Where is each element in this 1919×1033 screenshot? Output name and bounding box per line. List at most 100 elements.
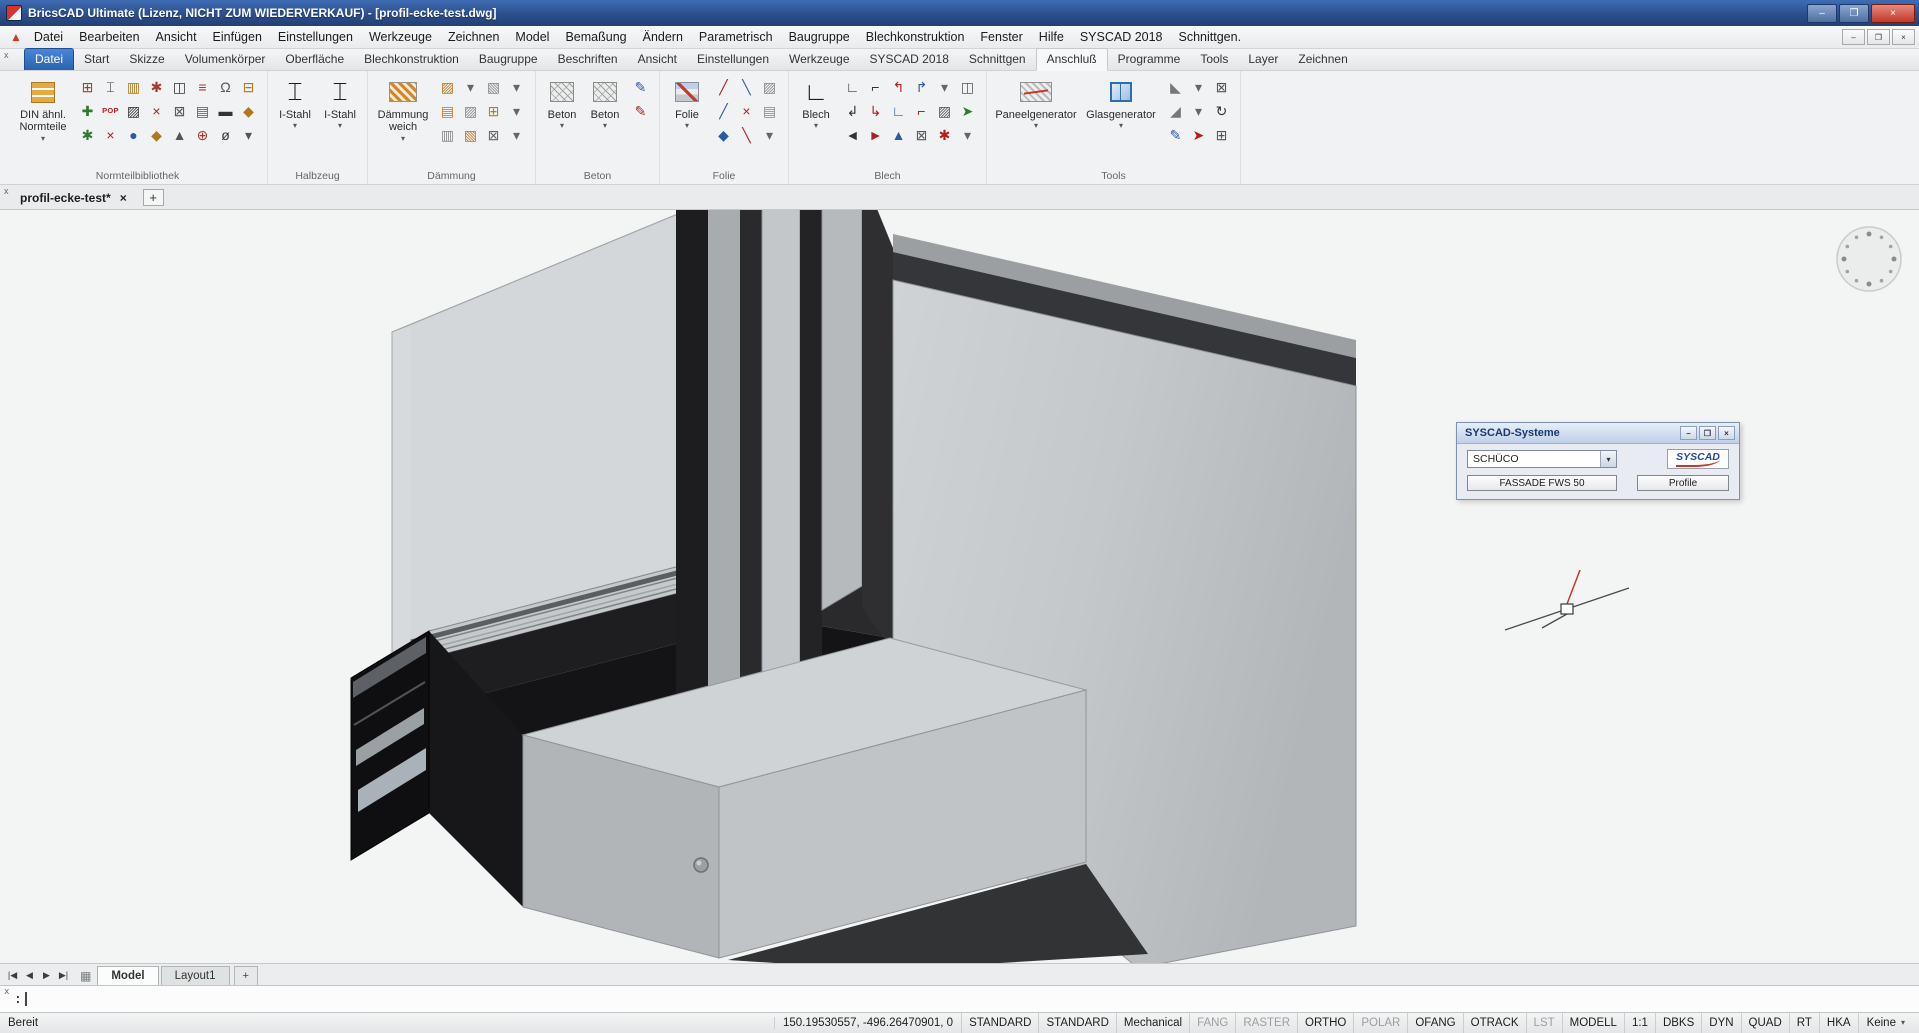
ribbon-small-icon[interactable]: ✱ [146,76,168,98]
ribbon-small-icon[interactable]: ⊞ [77,76,99,98]
palette-close-button[interactable]: × [1718,426,1735,440]
ribbon-tab[interactable]: Baugruppe [469,49,548,70]
ribbon-small-icon[interactable]: ▨ [437,76,459,98]
document-tab-close-icon[interactable]: × [120,191,127,205]
beton-button-1[interactable]: Beton ▾ [543,74,581,131]
ribbon-small-icon[interactable]: ⌐ [865,76,887,98]
close-button[interactable]: × [1871,3,1915,23]
menu-item[interactable]: Datei [26,27,71,47]
ribbon-small-icon[interactable]: ▥ [123,76,145,98]
ribbon-small-icon[interactable]: ↲ [842,100,864,122]
layout-nav-button[interactable]: ▶ [38,966,55,985]
maximize-button[interactable]: ❐ [1839,3,1869,23]
ribbon-tab[interactable]: Anschluß [1035,48,1108,71]
layout-tab[interactable]: Layout1 [160,966,230,985]
ribbon-small-icon[interactable]: ╱ [713,76,735,98]
glasgenerator-button[interactable]: Glasgenerator ▾ [1083,74,1159,131]
i-stahl-button-2[interactable]: ⌶ I-Stahl ▾ [320,74,360,131]
ribbon-small-icon[interactable]: ▨ [123,100,145,122]
ribbon-small-icon[interactable]: ╱ [713,100,735,122]
ribbon-small-icon[interactable]: ▧ [483,76,505,98]
ribbon-small-icon[interactable]: ➤ [1188,124,1210,146]
ribbon-tab[interactable]: Datei [24,48,75,70]
ribbon-small-icon[interactable]: ⊟ [238,76,260,98]
ribbon-small-icon[interactable]: ◫ [169,76,191,98]
command-line[interactable]: x : [0,985,1919,1012]
layout-tab[interactable]: Model [97,966,159,985]
ribbon-small-icon[interactable]: ✱ [77,124,99,146]
menu-item[interactable]: Werkzeuge [361,27,440,47]
ribbon-small-icon[interactable]: ✚ [77,100,99,122]
document-restore-button[interactable]: ❐ [1867,29,1890,45]
ribbon-tab[interactable]: Schnittgen [959,49,1036,70]
menu-item[interactable]: Zeichnen [440,27,507,47]
ribbon-small-icon[interactable]: ▾ [759,124,781,146]
ribbon-small-icon[interactable]: ▾ [506,124,528,146]
ribbon-small-icon[interactable]: ⊠ [1211,76,1233,98]
status-toggle[interactable]: DYN [1701,1013,1740,1033]
ribbon-small-icon[interactable]: ◢ [1165,100,1187,122]
status-toggle[interactable]: LST [1525,1013,1562,1033]
status-toggle[interactable]: 1:1 [1623,1013,1655,1033]
ribbon-small-icon[interactable]: ⌐ [911,100,933,122]
ribbon-small-icon[interactable]: ▾ [957,124,979,146]
ribbon-small-icon[interactable]: ✎ [630,100,652,122]
ribbon-small-icon[interactable]: ● [123,124,145,146]
ribbon-small-icon[interactable]: ⊠ [483,124,505,146]
palette-title-bar[interactable]: SYSCAD-Systeme – ❐ × [1457,423,1739,444]
ribbon-small-icon[interactable]: ↱ [911,76,933,98]
menu-item[interactable]: Hilfe [1031,27,1072,47]
doctab-panel-close-icon[interactable]: x [4,187,9,196]
menu-item[interactable]: Bemaßung [557,27,634,47]
menu-item[interactable]: Blechkonstruktion [858,27,973,47]
ribbon-small-icon[interactable]: ↳ [865,100,887,122]
ribbon-small-icon[interactable]: ◣ [1165,76,1187,98]
ribbon-tab[interactable]: Ansicht [628,49,687,70]
ribbon-small-icon[interactable]: × [736,100,758,122]
ribbon-small-icon[interactable]: × [146,100,168,122]
menu-item[interactable]: Fenster [972,27,1030,47]
ribbon-small-icon[interactable]: ► [865,124,887,146]
ribbon-small-icon[interactable]: ↰ [888,76,910,98]
ribbon-small-icon[interactable]: Ω [215,76,237,98]
ribbon-small-icon[interactable]: ▥ [437,124,459,146]
menu-item[interactable]: Ändern [635,27,691,47]
status-toggle[interactable]: STANDARD [1038,1013,1115,1033]
ribbon-small-icon[interactable]: ∟ [888,100,910,122]
annotation-scale-dropdown[interactable]: Keine ▾ [1857,1013,1911,1033]
status-toggle[interactable]: FANG [1189,1013,1235,1033]
daemmung-weich-button[interactable]: Dämmung weich ▾ [375,74,431,143]
ribbon-tab[interactable]: Layer [1238,49,1288,70]
ribbon-tab[interactable]: Skizze [119,49,174,70]
status-toggle[interactable]: RT [1788,1013,1819,1033]
ribbon-small-icon[interactable]: ✎ [1165,124,1187,146]
ribbon-small-icon[interactable]: ▲ [169,124,191,146]
din-normteile-button[interactable]: DIN ähnl. Normteile ▾ [15,74,71,143]
ribbon-small-icon[interactable]: ⊞ [483,100,505,122]
layout-nav-button[interactable]: ◀ [21,966,38,985]
ribbon-small-icon[interactable]: ▾ [506,100,528,122]
ribbon-tab[interactable]: Einstellungen [687,49,779,70]
add-layout-button[interactable]: + [233,966,258,985]
cmdline-panel-close-icon[interactable]: x [4,988,9,997]
ribbon-small-icon[interactable]: ▾ [238,124,260,146]
ribbon-small-icon[interactable]: ↻ [1211,100,1233,122]
ribbon-small-icon[interactable]: POP [100,100,122,122]
menu-item[interactable]: Model [507,27,557,47]
document-tab[interactable]: profil-ecke-test* × [12,188,135,209]
status-toggle[interactable]: STANDARD [961,1013,1038,1033]
status-toggle[interactable]: DBKS [1654,1013,1701,1033]
ribbon-small-icon[interactable]: × [100,124,122,146]
profile-button[interactable]: Profile [1637,475,1729,491]
document-close-button[interactable]: × [1892,29,1915,45]
ribbon-small-icon[interactable]: ▲ [888,124,910,146]
chevron-down-icon[interactable]: ▾ [1600,451,1616,467]
ribbon-small-icon[interactable]: ➤ [957,100,979,122]
ribbon-small-icon[interactable]: ▤ [759,100,781,122]
ribbon-panel-close-icon[interactable]: x [4,51,9,60]
status-toggle[interactable]: ORTHO [1297,1013,1353,1033]
ribbon-small-icon[interactable]: ▨ [934,100,956,122]
palette-minimize-button[interactable]: – [1680,426,1697,440]
ribbon-tab[interactable]: Programme [1108,49,1191,70]
ribbon-small-icon[interactable]: ▬ [215,100,237,122]
